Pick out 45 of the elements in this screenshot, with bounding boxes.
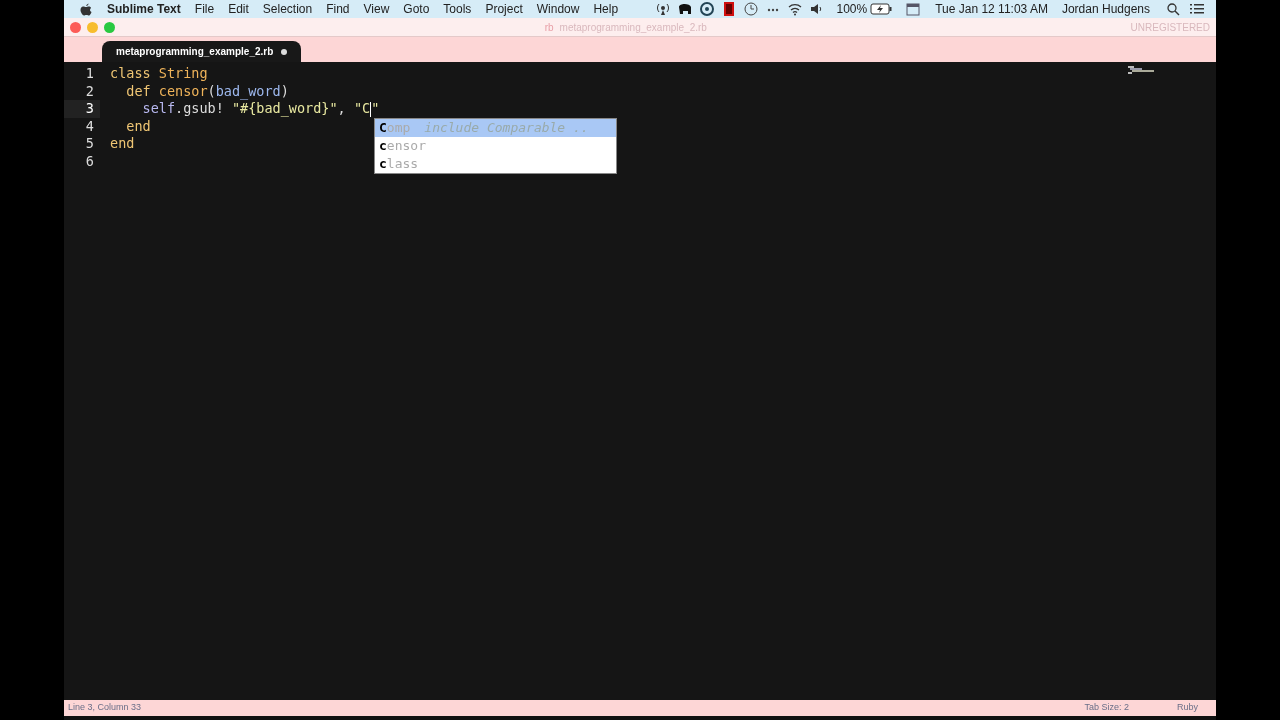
code-line: class String bbox=[109, 65, 208, 83]
cursor-position: Line 3, Column 33 bbox=[68, 701, 142, 715]
list-icon[interactable] bbox=[1190, 3, 1204, 15]
menu-item[interactable]: File bbox=[187, 0, 222, 18]
search-icon[interactable] bbox=[1167, 2, 1180, 16]
film-icon[interactable] bbox=[722, 2, 737, 16]
app-menu[interactable]: Sublime Text bbox=[100, 0, 188, 18]
menu-item[interactable]: Find bbox=[319, 0, 357, 18]
line-number: 1 bbox=[84, 65, 95, 83]
line-number: 6 bbox=[84, 152, 95, 170]
battery-level: 100% bbox=[836, 1, 868, 18]
completion-item[interactable]: Comp include Comparable .. bbox=[375, 119, 616, 137]
menu-item[interactable]: Selection bbox=[255, 0, 320, 18]
tab-size-indicator[interactable]: Tab Size: 2 bbox=[1084, 701, 1129, 715]
completion-item[interactable]: censor bbox=[375, 137, 616, 155]
menu-item[interactable]: Help bbox=[586, 0, 626, 18]
menu-item[interactable]: Edit bbox=[221, 0, 256, 18]
syntax-indicator[interactable]: Ruby bbox=[1177, 701, 1198, 715]
apple-icon[interactable] bbox=[80, 2, 92, 16]
line-number: 5 bbox=[84, 135, 95, 153]
menu-item[interactable]: Goto bbox=[396, 0, 437, 18]
completion-item[interactable]: class bbox=[375, 155, 616, 173]
menu-item[interactable]: Tools bbox=[436, 0, 479, 18]
clock-icon[interactable] bbox=[744, 2, 759, 16]
circle-logo-icon[interactable] bbox=[700, 2, 715, 16]
user-name[interactable]: Jordan Hudgens bbox=[1054, 0, 1157, 18]
line-number: 2 bbox=[84, 82, 95, 100]
calendar-icon[interactable] bbox=[906, 2, 921, 16]
antenna-icon[interactable] bbox=[656, 2, 671, 16]
code-line: self.gsub! "#{bad_word}", "C" bbox=[141, 100, 380, 118]
wifi-icon[interactable] bbox=[788, 2, 803, 16]
elephant-icon[interactable] bbox=[678, 2, 693, 16]
menu-item[interactable]: View bbox=[356, 0, 397, 18]
line-number: 4 bbox=[84, 117, 95, 135]
menu-item[interactable]: Window bbox=[529, 0, 587, 18]
line-number: 3 bbox=[64, 100, 100, 118]
code-line: end bbox=[109, 135, 135, 153]
code-line: end bbox=[125, 117, 151, 135]
clock-text[interactable]: Tue Jan 12 11:03 AM bbox=[928, 0, 1055, 18]
battery-icon[interactable] bbox=[870, 3, 893, 15]
editor-tab[interactable]: metaprogramming_example_2.rb bbox=[102, 41, 302, 62]
menu-item[interactable]: Project bbox=[478, 0, 530, 18]
code-line: def censor(bad_word) bbox=[125, 82, 289, 100]
close-button[interactable] bbox=[70, 21, 81, 33]
file-type-label: rb bbox=[544, 20, 554, 35]
